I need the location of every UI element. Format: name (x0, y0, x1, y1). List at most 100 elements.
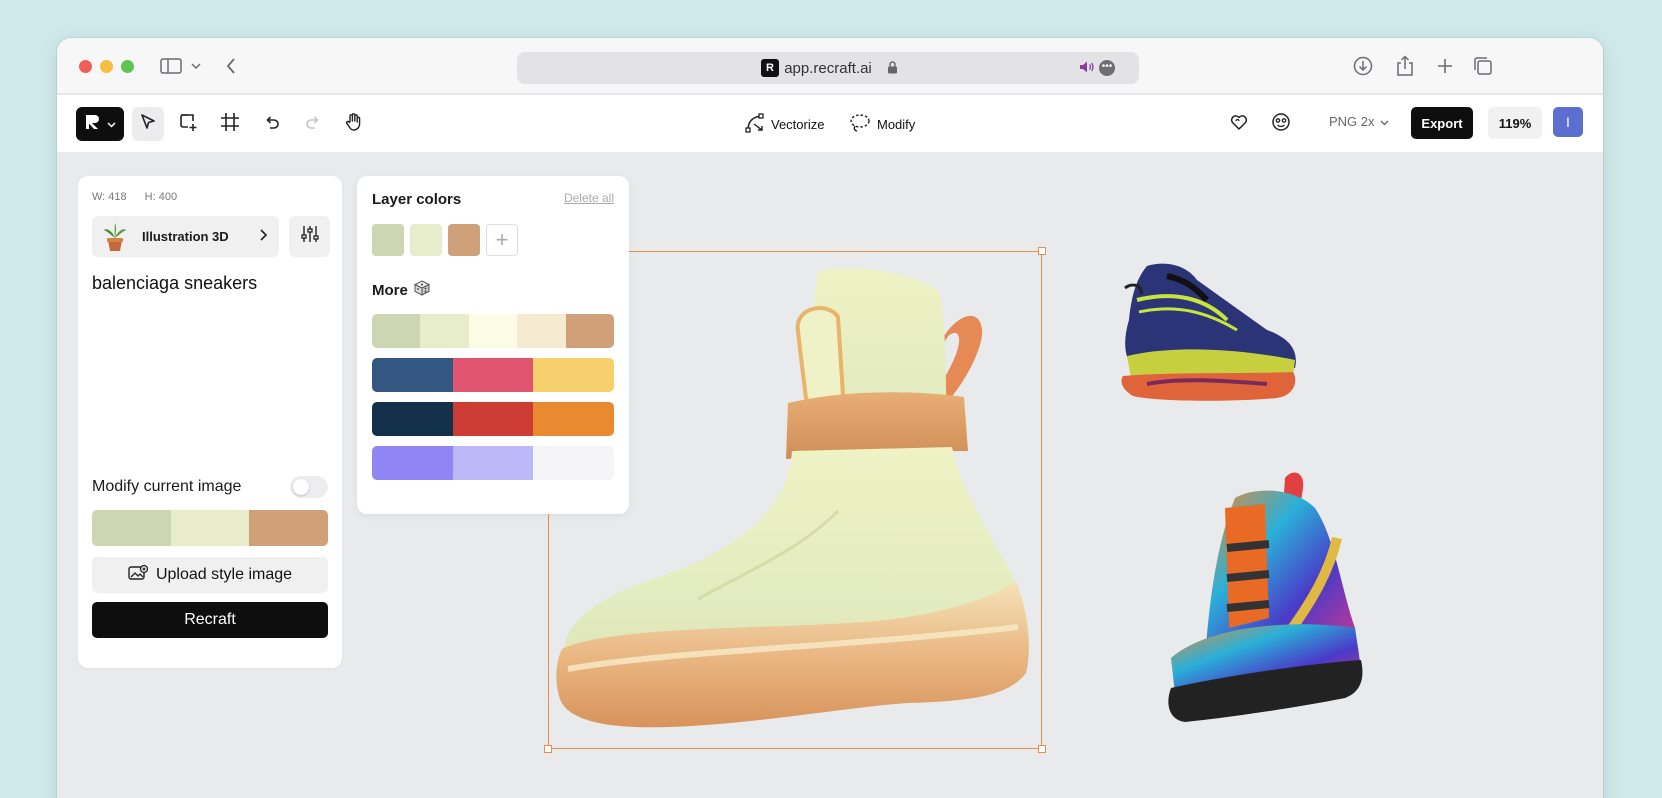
speaker-icon[interactable] (1079, 60, 1095, 79)
hand-icon (344, 112, 364, 137)
browser-window: R app.recraft.ai ••• Vectorize Modify PN… (57, 38, 1603, 798)
palette-color-1 (170, 510, 250, 546)
zoom-window-button[interactable] (121, 60, 134, 73)
chevron-down-icon (106, 115, 116, 133)
close-window-button[interactable] (79, 60, 92, 73)
export-button[interactable]: Export (1411, 107, 1473, 139)
vectorize-button[interactable]: Vectorize (745, 113, 824, 136)
chevron-right-icon (260, 229, 268, 244)
address-bar[interactable]: R app.recraft.ai ••• (517, 52, 1139, 84)
share-icon[interactable] (1393, 52, 1417, 80)
face-icon (1271, 112, 1291, 137)
palette-option-color-0 (372, 314, 421, 348)
modify-label: Modify (877, 117, 916, 132)
undo-icon (263, 113, 281, 136)
vectorize-label: Vectorize (771, 117, 825, 132)
more-label: More (372, 281, 408, 299)
selected-palette[interactable] (92, 510, 328, 546)
sidebar-toggle-icon[interactable] (159, 52, 183, 80)
add-frame-tool-button[interactable] (172, 107, 204, 141)
select-tool-button[interactable] (132, 107, 164, 141)
palette-option-color-2 (533, 446, 614, 480)
app-toolbar: Vectorize Modify PNG 2x Export 119% I (57, 95, 1603, 153)
plant-icon (102, 222, 128, 252)
palette-option-color-0 (372, 402, 453, 436)
format-selector[interactable]: PNG 2x (1329, 114, 1389, 129)
dimensions: W: 418 H: 400 (92, 191, 177, 203)
url-text: app.recraft.ai (784, 60, 872, 77)
height-value: H: 400 (144, 191, 178, 203)
layer-colors-panel: Layer colors Delete all + More (357, 176, 629, 514)
hand-tool-button[interactable] (338, 107, 370, 141)
vectorize-icon (745, 113, 765, 136)
palette-option-color-0 (372, 358, 453, 392)
download-icon[interactable] (1351, 52, 1375, 80)
redo-button[interactable] (297, 107, 329, 141)
chevron-down-icon (1380, 114, 1389, 129)
cursor-icon (139, 113, 157, 136)
palette-option-color-1 (452, 446, 534, 480)
sneaker-thumbnail-dark[interactable] (1117, 260, 1297, 402)
prompt-text[interactable]: balenciaga sneakers (92, 273, 257, 294)
modify-current-image-label: Modify current image (92, 478, 242, 495)
chevron-down-icon[interactable] (189, 52, 203, 80)
palette-option-1[interactable] (372, 358, 614, 392)
modify-current-image-row: Modify current image (92, 476, 328, 498)
palette-option-color-1 (452, 402, 534, 436)
modify-button[interactable]: Modify (849, 113, 915, 136)
modify-current-image-toggle[interactable] (290, 476, 328, 498)
dice-icon[interactable] (413, 280, 430, 300)
add-shape-icon (178, 112, 198, 137)
delete-all-link[interactable]: Delete all (564, 191, 614, 205)
heart-icon (1229, 112, 1249, 137)
palette-option-color-3 (517, 314, 566, 348)
palette-option-color-0 (372, 446, 453, 480)
redo-icon (304, 113, 322, 136)
palette-option-2[interactable] (372, 402, 614, 436)
palette-option-color-1 (452, 358, 534, 392)
new-tab-icon[interactable] (1433, 52, 1457, 80)
user-avatar[interactable]: I (1553, 107, 1583, 137)
palette-option-color-4 (565, 314, 614, 348)
style-settings-button[interactable] (289, 216, 330, 257)
zoom-level-button[interactable]: 119% (1488, 107, 1542, 139)
palette-color-2 (249, 510, 328, 546)
width-value: W: 418 (92, 191, 127, 203)
image-upload-icon (128, 564, 149, 587)
palette-option-color-2 (468, 314, 518, 348)
layer-colors-title: Layer colors (372, 191, 462, 208)
palette-option-color-2 (533, 402, 614, 436)
palette-option-3[interactable] (372, 446, 614, 480)
favorite-button[interactable] (1223, 107, 1255, 141)
palette-option-color-1 (420, 314, 469, 348)
title-bar: R app.recraft.ai ••• (57, 38, 1603, 94)
more-icon[interactable]: ••• (1099, 60, 1115, 76)
recraft-button[interactable]: Recraft (92, 602, 328, 638)
layer-color-swatch-1[interactable] (410, 224, 442, 256)
crop-tool-button[interactable] (214, 107, 246, 141)
sneaker-thumbnail-iridescent[interactable] (1165, 468, 1365, 728)
layer-color-swatch-0[interactable] (372, 224, 404, 256)
app-menu-button[interactable] (76, 107, 124, 141)
palette-option-color-2 (533, 358, 614, 392)
emoji-button[interactable] (1265, 107, 1297, 141)
back-icon[interactable] (221, 52, 241, 80)
layer-color-swatches: + (372, 224, 518, 256)
style-selector-button[interactable]: Illustration 3D (92, 216, 279, 257)
add-color-button[interactable]: + (486, 224, 518, 256)
minimize-window-button[interactable] (100, 60, 113, 73)
upload-style-image-label: Upload style image (155, 566, 293, 583)
upload-style-image-button[interactable]: Upload style image (92, 557, 328, 593)
frame-icon (220, 112, 240, 137)
format-label: PNG 2x (1329, 114, 1375, 129)
lock-icon (887, 61, 898, 79)
sliders-icon (300, 224, 320, 249)
layer-color-swatch-2[interactable] (448, 224, 480, 256)
tab-overview-icon[interactable] (1471, 52, 1495, 80)
style-label: Illustration 3D (142, 229, 229, 244)
palette-color-0 (92, 510, 171, 546)
undo-button[interactable] (256, 107, 288, 141)
palette-option-0[interactable] (372, 314, 614, 348)
recraft-logo-icon (85, 113, 103, 136)
lasso-icon (849, 113, 871, 136)
